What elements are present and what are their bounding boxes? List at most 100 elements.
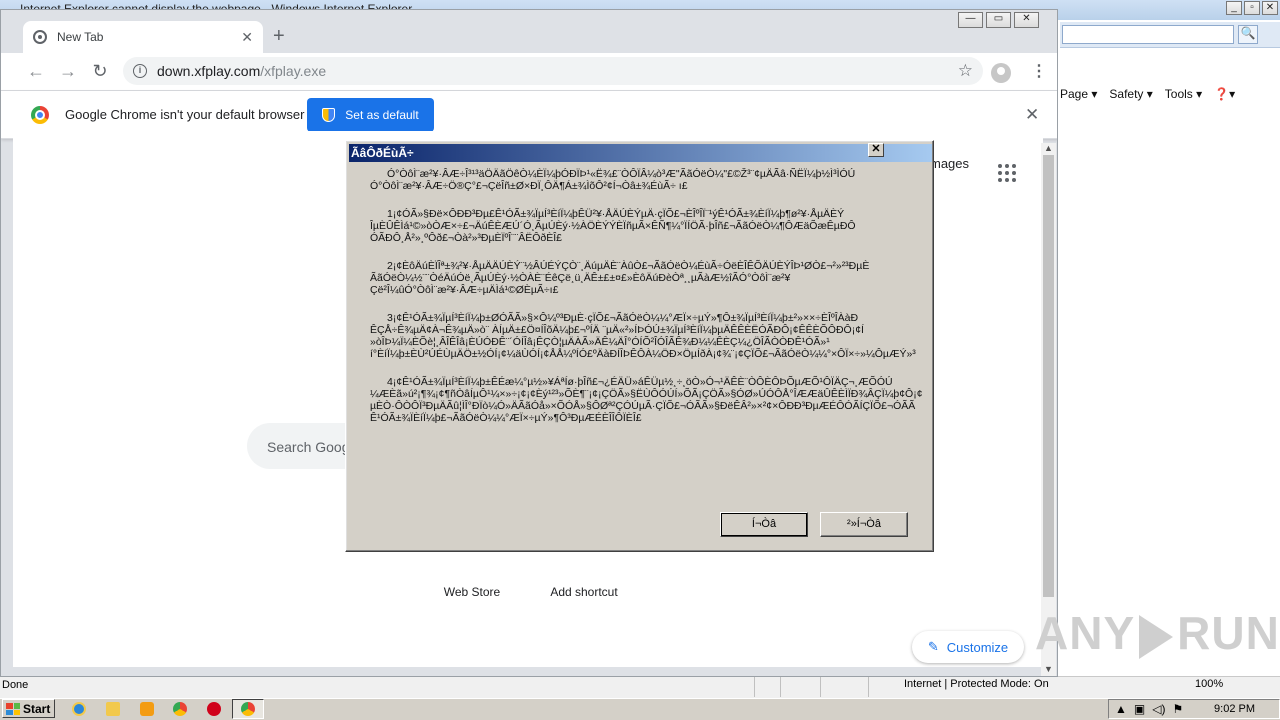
flag-icon[interactable]: ⚑ [1172,702,1183,716]
pencil-icon: ✎ [927,639,939,654]
clock[interactable]: 9:02 PM [1214,703,1255,715]
stop-taskbar-icon[interactable] [203,700,225,717]
paragraph-line: ÊÇÅ÷Ê¾µÄ¢À¬Ê¾µÄ»ò¨ ÀÍµÄ±£Ö¤ÍÎõÄ¼þ£¬ºÍÄ ¨… [370,324,864,336]
address-bar[interactable]: i down.xfplay.com/xfplay.exe ☆ [123,57,983,85]
close-icon[interactable]: ✕ [241,29,253,46]
watermark-text-2: RUN [1177,607,1280,659]
back-icon[interactable]: ← [26,61,46,82]
url-path: /xfplay.exe [260,63,327,79]
start-button[interactable]: Start [2,699,55,718]
chrome-window-taskbar-icon [237,700,259,717]
search-icon[interactable]: 🔍 [1238,25,1258,44]
close-icon[interactable]: ✕ [1025,105,1039,125]
paragraph-line: ÃãÓëÒ¼½¨¨ÒéÄúÓë¸ÃµÚÈý·½ÒÀÈ¨ÉêÇë¸ü¸ÄÊ±£±¤… [370,272,791,284]
status-divider [754,677,755,697]
images-link[interactable]: mages [930,156,969,171]
reload-icon[interactable]: ↻ [90,61,110,82]
chrome-tab-icon [33,30,47,44]
ie-page-menu[interactable]: Page ▾ [1060,87,1097,101]
scroll-up-arrow[interactable]: ▲ [1044,143,1053,153]
disagree-button[interactable]: ²»Í¬Òâ [820,512,908,537]
chrome-toolbar: ← → ↻ i down.xfplay.com/xfplay.exe ☆ ⋮ [1,53,1057,91]
scroll-down-arrow[interactable]: ▼ [1044,664,1053,674]
ie-status-bar: Done Internet | Protected Mode: On 100% [0,676,1280,698]
paragraph-line: »òÎÞ¼Ï¼ÈÕè¦¸ÂÎÊÎâ¡ÈÚÓÐÊ¨´ÓÍÎâ¡ÊÇÒ¦µÄÀÃ»Ä… [370,336,830,348]
paragraph-line: 3¡¢Ê¹ÓÃ±¾ÏµÍ³ÈíÏ¼þ±ØÓÃÃ»§×Ô¼º³ÐµÈ·çÏÕ£¬Ã… [387,312,859,324]
dialog-title: ÃâÔðÉùÃ÷ [349,144,932,162]
disclaimer-paragraph: Ó°ÒôÌ¨æ²¥·ÂÆ÷Î³¹³äÖÄãÖêÒ¼ÈÏ¼þÓÐÏÞ¹«Ë¾£¨Ò… [370,168,932,192]
paragraph-line: Ó°ÒôÌ¨æ²¥·ÂÆ÷Î³¹³äÖÄãÖêÒ¼ÈÏ¼þÓÐÏÞ¹«Ë¾£¨Ò… [387,168,856,180]
paragraph-line: Ó°ÒôÌ¨æ²¥·ÂÆ÷Ö®Ç°£¬ÇëÎñ±Ø×ÐÏ¸ÔÄ¶Á±¾ÌõÔ²¢… [370,180,688,192]
set-as-default-label: Set as default [345,108,419,122]
ie-maximize-button[interactable]: ▫ [1244,1,1260,15]
infobar-message: Google Chrome isn't your default browser [65,107,305,122]
ie-minimize-button[interactable]: _ [1226,1,1242,15]
paragraph-line: 4¡¢Ê¹ÓÃ±¾ÏµÍ³ÈíÏ¼þ±ÊÉæ¼°µ½»¥ÁªÍø·þÎñ£¬¿É… [387,376,893,388]
taskbar [0,698,1280,720]
ie-tools-menu[interactable]: Tools ▾ [1165,87,1202,101]
paragraph-line: ¼ÆÈã»ú²¡¶¾¡¢¶ñÒâÍµÔ¹¼×»÷¡¢¡¢Èý¹²³»ÕÈ¶¨¡¢… [370,388,923,400]
disclaimer-paragraph: 1¡¢ÓÃ»§Ðë×ÔÐÐ³Ðµ£Ê¹ÓÃ±¾ÏµÍ³ÈíÏ¼þÊÜ²¥·ÅÄÚ… [370,208,932,244]
paragraph-line: Ê¹ÓÃ±¾ÏÈíÏ¼þ£¬ÃãÓëÒ¼¼°ÆÏ×÷µÝ»¶Ô³ÐµÆÉÈÎÎÔ… [370,412,642,424]
disclaimer-paragraph: 3¡¢Ê¹ÓÃ±¾ÏµÍ³ÈíÏ¼þ±ØÓÃÃ»§×Ô¼º³ÐµÈ·çÏÕ£¬Ã… [370,312,932,360]
tab-new-tab[interactable]: New Tab ✕ [23,21,263,53]
dialog-close-button[interactable]: ✕ [868,143,884,157]
chrome-taskbar-icon[interactable] [169,700,191,717]
chrome-caption-buttons: — ▭ ✕ [958,12,1039,28]
ie-command-bar: Page ▾ Safety ▾ Tools ▾ ❓▾ [1056,80,1280,108]
status-divider [780,677,781,697]
tab-title: New Tab [57,30,104,44]
ie-close-button[interactable]: ✕ [1262,1,1278,15]
chrome-maximize-button[interactable]: ▭ [986,12,1011,28]
url-host: down.xfplay.com [157,63,261,79]
uac-shield-icon [322,108,336,122]
status-divider [820,677,821,697]
agree-button[interactable]: Í¬Òâ [720,512,808,537]
profile-avatar[interactable] [991,63,1011,83]
shortcut-web-store[interactable]: Web Store [420,585,524,599]
set-as-default-button[interactable]: Set as default [307,98,434,132]
watermark-text: ANY [1035,607,1136,659]
paragraph-line: ÎµÈÛÊÌá¹©»òÒÆ×÷£¬ÄúÊÈÆÚ´Ó¸ÃµÚÈý·½ÀÖÈÝÝÈÏ… [370,220,856,232]
media-player-taskbar-icon[interactable] [136,700,158,717]
tray-expand-icon[interactable]: ▲ [1115,702,1127,716]
ie-search-input[interactable] [1062,25,1234,44]
ie-caption-buttons: _ ▫ ✕ [1224,0,1280,16]
ie-taskbar-icon[interactable] [68,700,90,717]
disclaimer-paragraph: 2¡¢ÈôÄúÈÏÎª±¾²¥·ÅµÄÄÚÈÝ¨½ÂÚÉÝÇÒ¨¸ÄúµÄÈ¨À… [370,260,932,296]
ie-zoom-level[interactable]: 100% [1195,678,1223,690]
anyrun-watermark: ANY RUN [1035,606,1280,660]
info-icon[interactable]: i [133,64,147,78]
start-label: Start [23,702,51,716]
paragraph-line: Çë²Î¼ûÓ°ÒôÌ¨æ²¥·ÂÆ÷µÄÌá¹©ØÈµÃ÷ı£ [370,284,559,296]
forward-icon[interactable]: → [58,61,78,82]
paragraph-line: 2¡¢ÈôÄúÈÏÎª±¾²¥·ÅµÄÄÚÈÝ¨½ÂÚÉÝÇÒ¨¸ÄúµÄÈ¨À… [387,260,870,272]
dialog-body-text: Ó°ÒôÌ¨æ²¥·ÂÆ÷Î³¹³äÖÄãÖêÒ¼ÈÏ¼þÓÐÏÞ¹«Ë¾£¨Ò… [370,168,932,498]
chrome-close-button[interactable]: ✕ [1014,12,1039,28]
customize-button[interactable]: ✎ Customize [912,631,1024,663]
shortcut-add[interactable]: Add shortcut [532,585,636,599]
apps-grid-icon[interactable] [998,164,1016,182]
disclaimer-paragraph: 4¡¢Ê¹ÓÃ±¾ÏµÍ³ÈíÏ¼þ±ÊÉæ¼°µ½»¥ÁªÍø·þÎñ£¬¿É… [370,376,932,424]
scrollbar-thumb[interactable] [1043,155,1054,597]
new-tab-button[interactable]: + [273,25,285,48]
ie-help-menu[interactable]: ❓▾ [1214,87,1235,101]
play-icon [1139,614,1174,659]
customize-label: Customize [946,639,1009,655]
ie-status-text: Done [2,679,29,691]
chrome-logo-icon [31,106,49,124]
network-icon[interactable]: ▣ [1134,702,1145,716]
paragraph-line: í°ÈíÏ¼þ±ÈÙ²ÚÉÙµÄÖ±½ÓÍ¡¢¼äÙÓÍ¡¢ÅÅ¼ºÍÓ£ºÄà… [370,348,916,360]
paragraph-line: µÈÒ·ÔÒÔÏ³ÐµÄÃû¦ÌÎ°ÐÏò¼Ó»ÄÃãÓå»×ÕÓÅ»§ÔØª²… [370,400,916,412]
paragraph-line: 1¡¢ÓÃ»§Ðë×ÔÐÐ³Ðµ£Ê¹ÓÃ±¾ÏµÍ³ÈíÏ¼þÊÜ²¥·ÅÄÚ… [387,208,845,220]
ie-safety-menu[interactable]: Safety ▾ [1109,87,1152,101]
chrome-menu-icon[interactable]: ⋮ [1031,61,1047,81]
explorer-taskbar-icon[interactable] [102,700,124,717]
paragraph-line: ÓÃÐÔ¸Å²»¸ºÔð£¬Òà²»³ÐµÈÏºÎ¨¨ÂËÔðÈÎ£ [370,232,562,244]
bookmark-star-icon[interactable]: ☆ [958,61,973,81]
speaker-icon[interactable]: ◁) [1152,702,1165,716]
ie-security-zone: Internet | Protected Mode: On [904,678,1049,690]
chrome-minimize-button[interactable]: — [958,12,983,28]
windows-logo-icon [6,703,20,715]
status-divider [868,677,869,697]
